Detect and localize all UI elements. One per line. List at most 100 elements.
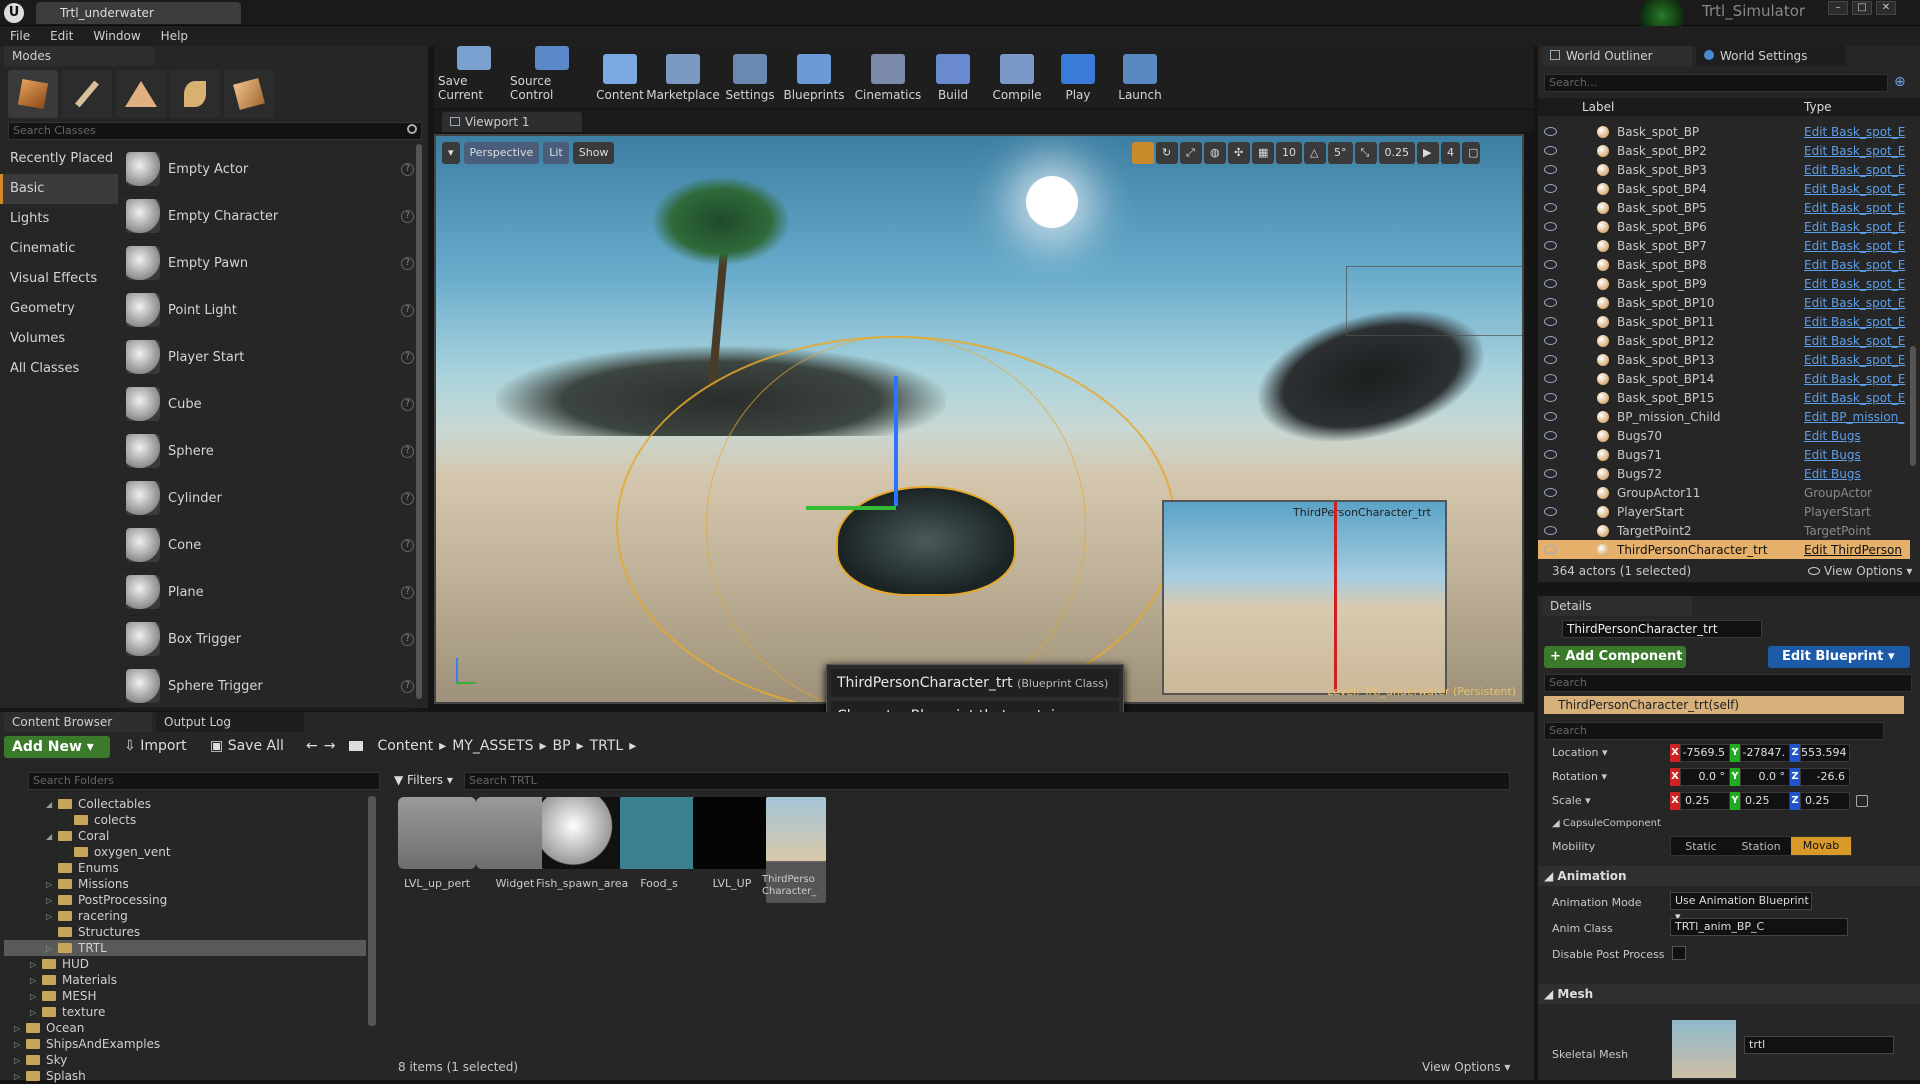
outliner-row[interactable]: Bugs71 Edit Bugs (1538, 445, 1910, 464)
help-icon[interactable]: ? (401, 256, 414, 270)
actor-type[interactable]: Edit ThirdPerson (1804, 543, 1902, 557)
expand-arrow-icon[interactable]: ◢ (46, 832, 58, 841)
folder-tree-item[interactable]: ▷ ShipsAndExamples (4, 1036, 366, 1052)
visibility-eye-icon[interactable] (1544, 355, 1557, 364)
geometry-mode-button[interactable] (224, 70, 274, 118)
folder-tree-item[interactable]: ▷ Materials (4, 972, 366, 988)
import-button[interactable]: ⇩ Import (124, 738, 187, 754)
outliner-scrollbar[interactable] (1910, 346, 1916, 466)
category-geometry[interactable]: Geometry (0, 294, 118, 324)
location-y[interactable]: -27847. (1740, 744, 1790, 762)
add-new-button[interactable]: Add New ▾ (4, 736, 110, 758)
actor-type[interactable]: Edit Bask_spot_E (1804, 391, 1905, 405)
disable-post-process-checkbox[interactable] (1672, 946, 1686, 960)
outliner-row[interactable]: Bask_spot_BP10 Edit Bask_spot_E (1538, 293, 1910, 312)
actor-type[interactable]: Edit Bask_spot_E (1804, 334, 1905, 348)
rotate-tool-icon[interactable]: ↻ (1156, 142, 1178, 164)
category-volumes[interactable]: Volumes (0, 324, 118, 354)
rotation-y[interactable]: 0.0 ° (1740, 768, 1790, 786)
expand-arrow-icon[interactable]: ◢ (46, 800, 58, 809)
expand-arrow-icon[interactable]: ▷ (46, 880, 58, 889)
visibility-eye-icon[interactable] (1544, 488, 1557, 497)
search-classes-input[interactable]: Search Classes (8, 122, 422, 140)
level-tab[interactable]: Trtl_underwater (36, 2, 241, 24)
outliner-row[interactable]: Bask_spot_BP7 Edit Bask_spot_E (1538, 236, 1910, 255)
actor-type[interactable]: Edit Bugs (1804, 448, 1861, 462)
visibility-eye-icon[interactable] (1544, 526, 1557, 535)
outliner-row[interactable]: Bask_spot_BP15 Edit Bask_spot_E (1538, 388, 1910, 407)
tab-content-browser[interactable]: Content Browser (4, 712, 152, 732)
scale-x[interactable]: 0.25 (1680, 792, 1730, 810)
show-button[interactable]: Show (572, 142, 615, 164)
visibility-eye-icon[interactable] (1544, 127, 1557, 136)
actor-type[interactable]: Edit Bask_spot_E (1804, 258, 1905, 272)
outliner-row[interactable]: Bugs72 Edit Bugs (1538, 464, 1910, 483)
col-type[interactable]: Type (1804, 100, 1832, 114)
tab-details[interactable]: Details (1542, 596, 1692, 616)
visibility-eye-icon[interactable] (1544, 545, 1557, 554)
details-search-input[interactable]: Search (1544, 722, 1884, 740)
toolbar-button[interactable]: Build (928, 46, 978, 106)
visibility-eye-icon[interactable] (1544, 317, 1557, 326)
visibility-eye-icon[interactable] (1544, 260, 1557, 269)
outliner-row[interactable]: GroupActor11 GroupActor (1538, 483, 1910, 502)
category-lights[interactable]: Lights (0, 204, 118, 234)
folder-tree-item[interactable]: ▷ racering (4, 908, 366, 924)
actor-type[interactable]: Edit Bask_spot_E (1804, 144, 1905, 158)
expand-arrow-icon[interactable]: ▷ (14, 1040, 26, 1049)
visibility-eye-icon[interactable] (1544, 279, 1557, 288)
folder-tree-item[interactable]: ◢ Coral (4, 828, 366, 844)
actor-type[interactable]: Edit Bask_spot_E (1804, 353, 1905, 367)
folder-tree-item[interactable]: ◢ Collectables (4, 796, 366, 812)
viewport-options-button[interactable]: ▾ (442, 142, 460, 164)
scale-snap-icon[interactable]: ⤡ (1354, 142, 1377, 164)
placeable-item[interactable]: Empty Pawn? (122, 240, 414, 287)
visibility-eye-icon[interactable] (1544, 222, 1557, 231)
folder-tree-item[interactable]: Structures (4, 924, 366, 940)
content-view-options[interactable]: View Options ▾ (1422, 1060, 1510, 1074)
anim-class-select[interactable]: TRTl_anim_BP_C (1670, 918, 1848, 936)
location-label[interactable]: Location ▾ (1552, 746, 1608, 759)
skeletal-mesh-select[interactable]: trtl (1744, 1036, 1894, 1054)
actor-type[interactable]: Edit Bask_spot_E (1804, 220, 1905, 234)
actor-type[interactable]: Edit Bask_spot_E (1804, 277, 1905, 291)
asset-thumb-fish-spawn[interactable] (542, 797, 620, 869)
outliner-row[interactable]: Bask_spot_BP13 Edit Bask_spot_E (1538, 350, 1910, 369)
folder-tree-item[interactable]: ▷ Sky (4, 1052, 366, 1068)
toolbar-button[interactable]: Play (1056, 46, 1100, 106)
visibility-eye-icon[interactable] (1544, 203, 1557, 212)
toolbar-button[interactable]: Content (594, 46, 646, 106)
maximize-viewport-icon[interactable]: ▢ (1462, 142, 1480, 164)
maximize-button[interactable]: □ (1852, 1, 1872, 15)
mobility-movable[interactable]: Movab (1791, 837, 1851, 855)
search-assets-input[interactable]: Search TRTL (464, 772, 1510, 790)
scale-label[interactable]: Scale ▾ (1552, 794, 1591, 807)
menu-edit[interactable]: Edit (40, 26, 83, 46)
outliner-row[interactable]: Bask_spot_BP2 Edit Bask_spot_E (1538, 141, 1910, 160)
outliner-row[interactable]: Bask_spot_BP6 Edit Bask_spot_E (1538, 217, 1910, 236)
help-icon[interactable]: ? (401, 303, 414, 317)
world-space-icon[interactable]: ◍ (1204, 142, 1226, 164)
toolbar-button[interactable]: Compile (978, 46, 1056, 106)
perspective-button[interactable]: Perspective (463, 142, 540, 164)
menu-window[interactable]: Window (83, 26, 150, 46)
add-component-button[interactable]: + Add Component ▾ (1544, 646, 1686, 686)
outliner-row[interactable]: Bask_spot_BP14 Edit Bask_spot_E (1538, 369, 1910, 388)
tab-world-outliner[interactable]: World Outliner (1542, 46, 1692, 66)
folder-tree-item[interactable]: Enums (4, 860, 366, 876)
scale-snap-value[interactable]: 0.25 (1378, 142, 1415, 164)
gizmo-y-axis[interactable] (806, 506, 896, 510)
breadcrumb-my-assets[interactable]: MY_ASSETS (452, 738, 533, 754)
folder-tree-item[interactable]: ▷ PostProcessing (4, 892, 366, 908)
capsule-component-header[interactable]: ◢ CapsuleComponent (1552, 818, 1661, 829)
category-basic[interactable]: Basic (0, 174, 118, 204)
toolbar-button[interactable]: Settings (720, 46, 780, 106)
placeable-item[interactable]: Cone? (122, 522, 414, 569)
angle-snap-value[interactable]: 5° (1328, 142, 1353, 164)
edit-blueprint-button[interactable]: Edit Blueprint ▾ (1768, 646, 1910, 668)
placeable-item[interactable]: Plane? (122, 569, 414, 616)
visibility-eye-icon[interactable] (1544, 241, 1557, 250)
help-icon[interactable]: ? (401, 162, 414, 176)
menu-help[interactable]: Help (151, 26, 198, 46)
actor-type[interactable]: Edit Bask_spot_E (1804, 239, 1905, 253)
